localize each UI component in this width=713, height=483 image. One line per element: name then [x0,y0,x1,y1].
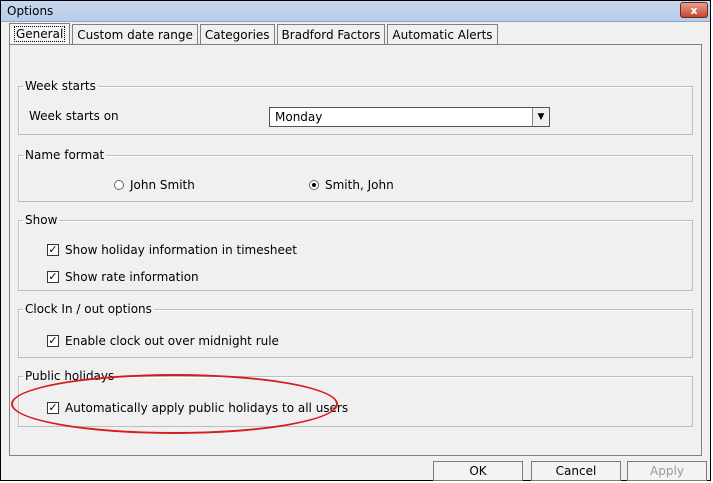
checkbox-show-holiday-info[interactable]: ✓ Show holiday information in timesheet [47,243,297,257]
name-format-group: Name format John Smith Smith, John [18,148,693,202]
week-starts-group: Week starts Week starts on Monday ▼ [18,79,693,135]
tab-strip: General Custom date range Categories Bra… [9,23,500,46]
close-button[interactable]: x [680,2,708,18]
clock-options-legend: Clock In / out options [25,302,152,316]
name-format-legend: Name format [25,148,105,162]
options-dialog: Options x General Custom date range Cate… [0,0,711,481]
checkmark-icon: ✓ [47,243,59,256]
tab-categories[interactable]: Categories [199,24,275,45]
tab-bradford-factors[interactable]: Bradford Factors [276,24,386,45]
window-title: Options [7,4,54,18]
title-bar: Options x [1,1,710,22]
checkmark-icon: ✓ [47,270,59,283]
radio-john-smith-label: John Smith [130,178,195,192]
show-legend: Show [25,213,58,227]
checkbox-clock-out-midnight-label: Enable clock out over midnight rule [65,334,279,348]
cancel-button[interactable]: Cancel [531,461,621,481]
tab-custom-date-range[interactable]: Custom date range [72,24,198,45]
week-starts-label: Week starts on [29,109,119,123]
checkbox-auto-public-holidays-label: Automatically apply public holidays to a… [65,401,349,415]
checkbox-show-rate-info[interactable]: ✓ Show rate information [47,270,199,284]
public-holidays-group: Public holidays ✓ Automatically apply pu… [18,369,693,427]
checkbox-auto-public-holidays[interactable]: ✓ Automatically apply public holidays to… [47,401,348,415]
show-group: Show ✓ Show holiday information in times… [18,213,693,291]
checkbox-show-holiday-info-label: Show holiday information in timesheet [65,243,297,257]
week-starts-legend: Week starts [25,79,96,93]
button-bar: OK Cancel Apply [1,460,710,481]
radio-john-smith[interactable]: John Smith [114,178,195,192]
ok-button[interactable]: OK [433,461,523,481]
checkbox-show-rate-info-label: Show rate information [65,270,199,284]
checkmark-icon: ✓ [47,334,59,347]
radio-smith-john[interactable]: Smith, John [309,178,394,192]
radio-dot [114,180,124,190]
checkbox-clock-out-midnight[interactable]: ✓ Enable clock out over midnight rule [47,334,279,348]
week-starts-value: Monday [275,110,323,124]
chevron-down-icon[interactable]: ▼ [532,108,549,126]
checkmark-icon: ✓ [47,401,59,414]
tab-automatic-alerts[interactable]: Automatic Alerts [387,24,498,45]
radio-dot-selected [309,180,319,190]
general-panel: Week starts Week starts on Monday ▼ Name… [9,44,702,456]
tab-general[interactable]: General [9,23,71,46]
clock-options-group: Clock In / out options ✓ Enable clock ou… [18,302,693,358]
public-holidays-legend: Public holidays [25,369,115,383]
week-starts-select[interactable]: Monday ▼ [269,107,550,127]
radio-smith-john-label: Smith, John [325,178,394,192]
apply-button[interactable]: Apply [627,461,707,481]
